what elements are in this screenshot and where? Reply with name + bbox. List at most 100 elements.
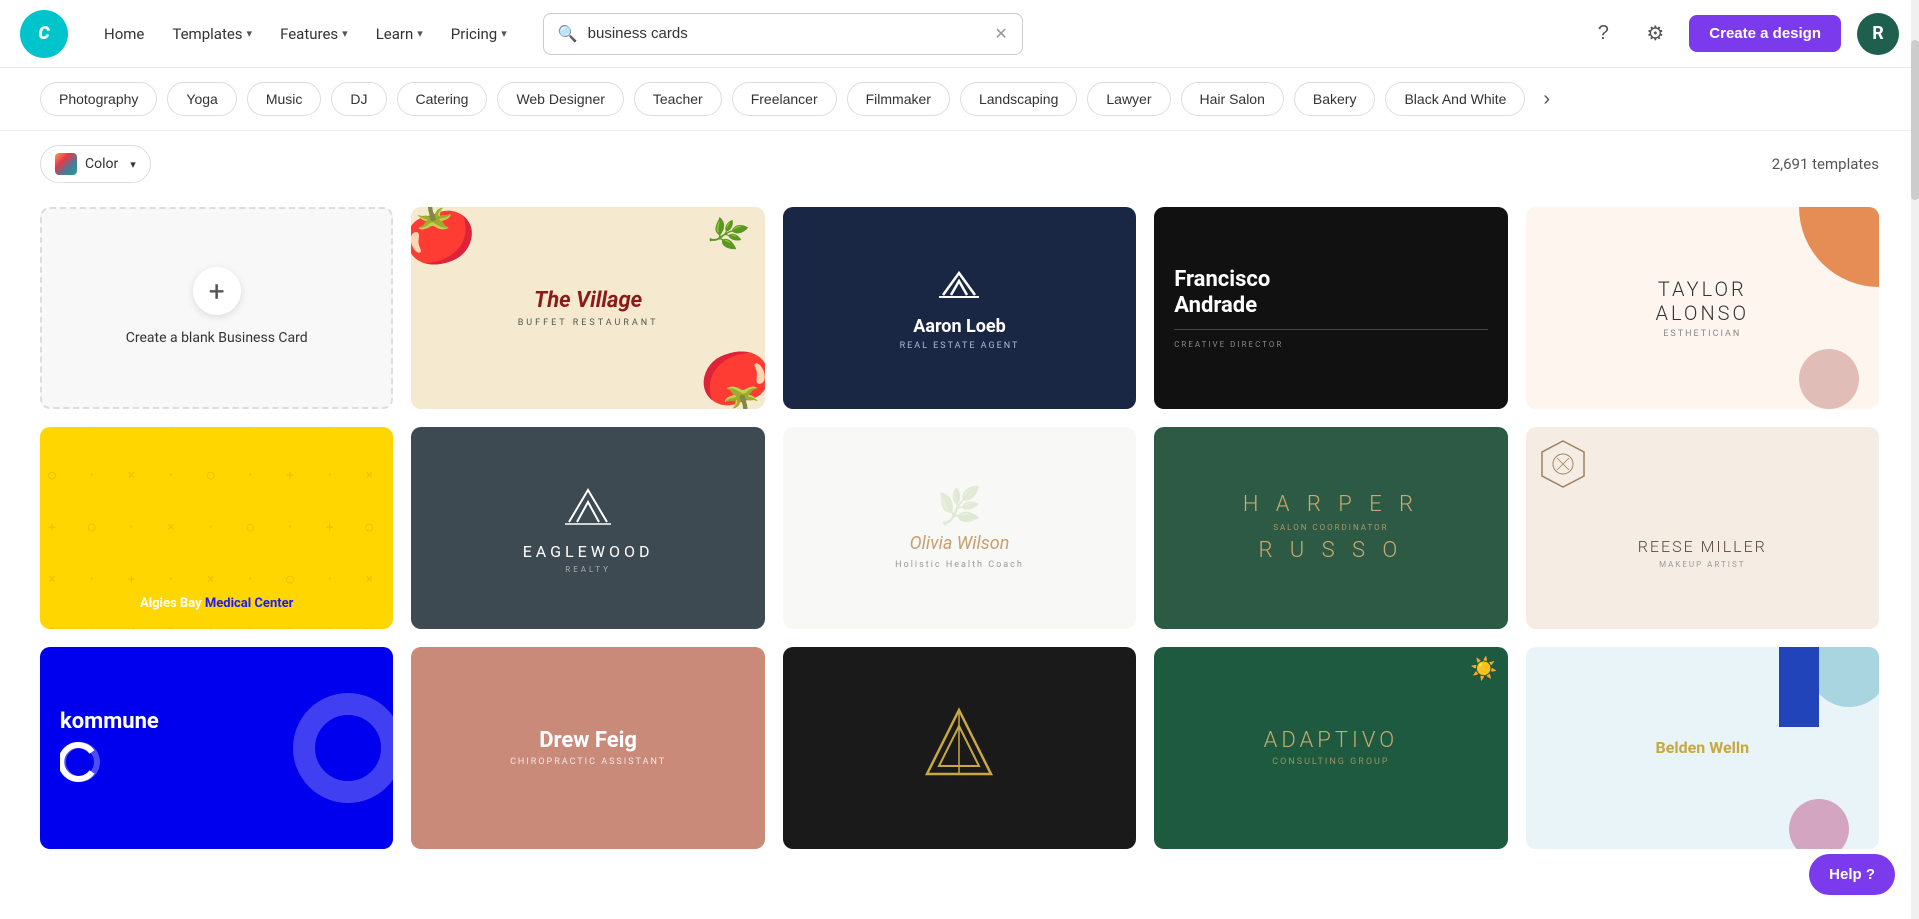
adaptivo-sun-icon: ☀️ <box>1470 657 1497 682</box>
template-card-taylor[interactable]: TAYLORALONSO ESTHETICIAN <box>1526 207 1879 409</box>
create-design-button[interactable]: Create a design <box>1689 15 1841 52</box>
nav-right: ? ⚙ Create a design R <box>1585 13 1899 55</box>
harper-lastname: R U S S O <box>1258 538 1403 563</box>
reese-name-wrap: REESE MILLER MAKEUP ARTIST <box>1638 537 1767 569</box>
eaglewood-name: EAGLEWOOD <box>523 542 654 561</box>
reese-role: MAKEUP ARTIST <box>1638 560 1767 569</box>
template-card-harper[interactable]: H A R P E R SALON COORDINATOR R U S S O <box>1154 427 1507 629</box>
scrollbar-thumb[interactable] <box>1911 40 1919 200</box>
template-card-adaptivo[interactable]: ☀️ ADAPTIVO CONSULTING GROUP <box>1154 647 1507 849</box>
filter-tag-teacher[interactable]: Teacher <box>634 82 722 116</box>
template-card-mv[interactable] <box>783 647 1136 849</box>
eaglewood-sub: REALTY <box>565 565 611 574</box>
template-card-kommune[interactable]: kommune <box>40 647 393 849</box>
search-icon: 🔍 <box>558 24 578 43</box>
template-card-francisco[interactable]: FranciscoAndrade CREATIVE DIRECTOR <box>1154 207 1507 409</box>
eaglewood-logo-icon <box>561 482 615 534</box>
kommune-circle-shape <box>293 693 393 803</box>
nav-home[interactable]: Home <box>92 17 156 51</box>
filter-next-button[interactable]: › <box>1535 84 1558 115</box>
settings-button[interactable]: ⚙ <box>1637 16 1673 52</box>
filter-tag-yoga[interactable]: Yoga <box>167 82 236 116</box>
filter-tag-web-designer[interactable]: Web Designer <box>497 82 623 116</box>
village-name: The Village <box>534 288 642 314</box>
template-card-aaron[interactable]: Aaron Loeb REAL ESTATE AGENT <box>783 207 1136 409</box>
blank-card-label: Create a blank Business Card <box>126 329 308 349</box>
kommune-content: kommune <box>60 709 159 786</box>
features-arrow-icon: ▾ <box>342 27 348 40</box>
template-card-olivia[interactable]: 🌿 Olivia Wilson Holistic Health Coach <box>783 427 1136 629</box>
aaron-logo-icon <box>935 265 983 308</box>
help-button[interactable]: Help ? <box>1809 854 1895 895</box>
color-swatch <box>55 153 77 175</box>
harper-role: SALON COORDINATOR <box>1273 523 1388 532</box>
templates-count: 2,691 templates <box>1772 155 1879 173</box>
kommune-logo-c <box>60 742 159 786</box>
belden-content: Belden Welln <box>1636 718 1770 777</box>
harper-firstname: H A R P E R <box>1243 492 1419 517</box>
reese-name: REESE MILLER <box>1638 537 1767 556</box>
filter-tag-dj[interactable]: DJ <box>331 82 386 116</box>
filter-tag-lawyer[interactable]: Lawyer <box>1087 82 1170 116</box>
create-blank-card[interactable]: + Create a blank Business Card <box>40 207 393 409</box>
filter-tag-freelancer[interactable]: Freelancer <box>732 82 837 116</box>
adaptivo-sub: CONSULTING GROUP <box>1272 757 1389 767</box>
filter-tag-landscaping[interactable]: Landscaping <box>960 82 1077 116</box>
filter-tag-catering[interactable]: Catering <box>397 82 488 116</box>
canva-logo[interactable]: C <box>20 10 68 58</box>
color-filter-label: Color <box>85 156 118 172</box>
avatar[interactable]: R <box>1857 13 1899 55</box>
color-filter-button[interactable]: Color ▾ <box>40 145 151 183</box>
filter-tag-hair-salon[interactable]: Hair Salon <box>1181 82 1284 116</box>
filter-tag-black-and-white[interactable]: Black And White <box>1385 82 1525 116</box>
template-card-algies[interactable]: × ○ + ○ + ○ × ○ + ○ · × · ○ · + · × + ○ … <box>40 427 393 629</box>
filter-bar: Photography Yoga Music DJ Catering Web Design… <box>0 68 1919 131</box>
filter-tag-bakery[interactable]: Bakery <box>1294 82 1376 116</box>
color-dropdown-icon: ▾ <box>130 158 136 171</box>
help-circle-button[interactable]: ? <box>1585 16 1621 52</box>
template-card-reese[interactable]: REESE MILLER MAKEUP ARTIST <box>1526 427 1879 629</box>
taylor-shape-br <box>1799 349 1859 409</box>
template-card-drew[interactable]: Drew Feig CHIROPRACTIC ASSISTANT <box>411 647 764 849</box>
template-card-eaglewood[interactable]: EAGLEWOOD REALTY <box>411 427 764 629</box>
francisco-role: CREATIVE DIRECTOR <box>1174 340 1487 349</box>
template-grid: + Create a blank Business Card 🍅 🍅 🌿 The… <box>0 197 1919 889</box>
belden-shape-rect-blue <box>1779 647 1819 727</box>
template-card-belden[interactable]: Belden Welln <box>1526 647 1879 849</box>
templates-arrow-icon: ▾ <box>247 27 253 40</box>
taylor-name: TAYLORALONSO <box>1656 277 1750 325</box>
toolbar: Color ▾ 2,691 templates <box>0 131 1919 197</box>
drew-name: Drew Feig <box>539 728 637 753</box>
nav-learn[interactable]: Learn ▾ <box>364 17 435 51</box>
search-clear-icon[interactable]: ✕ <box>994 24 1007 43</box>
logo-text: C <box>38 23 49 44</box>
filter-tag-filmmaker[interactable]: Filmmaker <box>847 82 950 116</box>
nav-pricing[interactable]: Pricing ▾ <box>439 17 519 51</box>
template-card-village[interactable]: 🍅 🍅 🌿 The Village BUFFET RESTAURANT <box>411 207 764 409</box>
algies-name-blue: Medical Center <box>205 596 294 611</box>
drew-role: CHIROPRACTIC ASSISTANT <box>510 757 666 767</box>
adaptivo-name: ADAPTIVO <box>1264 728 1399 753</box>
scrollbar-track[interactable] <box>1911 0 1919 919</box>
reese-hex-icon <box>1538 439 1588 493</box>
algies-name-white: Algies Bay <box>140 596 205 611</box>
navbar: C Home Templates ▾ Features ▾ Learn ▾ Pr… <box>0 0 1919 68</box>
search-input[interactable] <box>588 25 985 42</box>
plus-icon: + <box>193 267 241 315</box>
olivia-watermark-icon: 🌿 <box>937 485 982 527</box>
nav-links: Home Templates ▾ Features ▾ Learn ▾ Pric… <box>92 17 519 51</box>
village-subtitle: BUFFET RESTAURANT <box>518 318 659 328</box>
nav-templates[interactable]: Templates ▾ <box>160 17 264 51</box>
belden-shape-circle-blue <box>1809 647 1879 707</box>
taylor-role: ESTHETICIAN <box>1663 329 1741 339</box>
olivia-role: Holistic Health Coach <box>895 560 1024 570</box>
belden-shape-circle-pink <box>1789 799 1849 849</box>
nav-features[interactable]: Features ▾ <box>268 17 360 51</box>
filter-tag-photography[interactable]: Photography <box>40 82 157 116</box>
aaron-name: Aaron Loeb <box>913 316 1006 337</box>
filter-tag-music[interactable]: Music <box>247 82 322 116</box>
aaron-role: REAL ESTATE AGENT <box>900 341 1020 351</box>
francisco-name: FranciscoAndrade <box>1174 267 1487 320</box>
taylor-shape-top <box>1799 207 1879 287</box>
mv-logo-icon <box>923 706 995 790</box>
